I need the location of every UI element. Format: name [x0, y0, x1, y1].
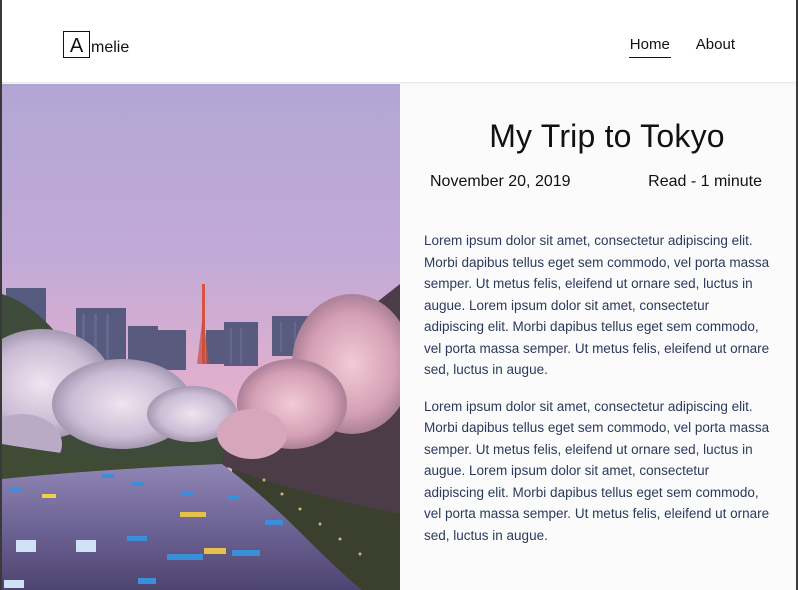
tokyo-river-cherry-blossom-photo — [2, 84, 400, 590]
article-paragraph-1: Lorem ipsum dolor sit amet, consectetur … — [424, 233, 770, 377]
site-header: A melie Home About — [0, 0, 798, 83]
article-meta: November 20, 2019 Read - 1 minute — [430, 173, 762, 191]
article-title: My Trip to Tokyo — [489, 118, 725, 154]
nav-link-about[interactable]: About — [695, 36, 736, 58]
logo-text: melie — [91, 39, 130, 56]
logo-initial-box: A — [63, 31, 90, 58]
hero-image — [2, 84, 400, 590]
main-nav: Home About — [628, 36, 736, 58]
nav-link-home[interactable]: Home — [628, 36, 671, 58]
site-logo[interactable]: A melie — [63, 31, 129, 58]
window-left-border — [0, 0, 2, 590]
article-date: November 20, 2019 — [430, 173, 571, 190]
article-panel: My Trip to Tokyo November 20, 2019 Read … — [400, 84, 796, 590]
article-read-time: Read - 1 minute — [648, 173, 762, 190]
article-body: Lorem ipsum dolor sit amet, consectetur … — [424, 230, 770, 561]
article-paragraph-2: Lorem ipsum dolor sit amet, consectetur … — [424, 398, 770, 543]
